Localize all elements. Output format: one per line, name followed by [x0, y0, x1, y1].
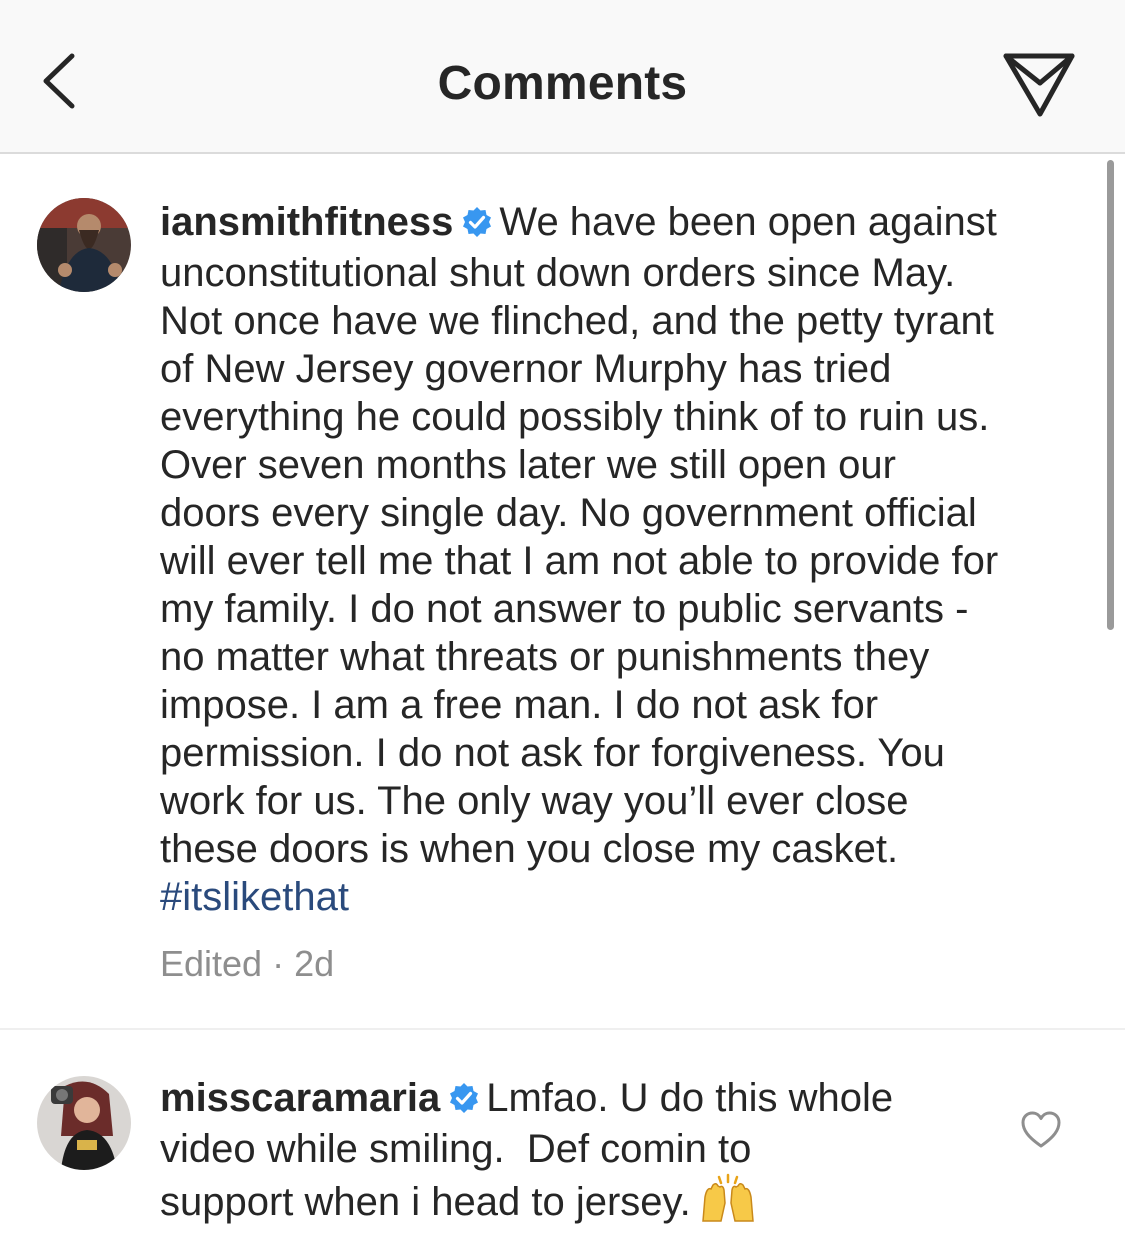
comment-line: work for us. The only way you’ll ever cl… [160, 779, 909, 823]
scrollbar[interactable] [1107, 160, 1114, 630]
comment-line: We have been open against [499, 200, 997, 244]
comment-line: doors every single day. No government of… [160, 491, 977, 535]
hashtag-link[interactable]: #itslikethat [160, 873, 998, 921]
divider [0, 1028, 1125, 1030]
comment-line: impose. I am a free man. I do not ask fo… [160, 683, 879, 727]
comment-line: no matter what threats or punishments th… [160, 635, 930, 679]
comment-text: misscaramaria Lmfao. U do this whole vid… [160, 1074, 893, 1234]
verified-badge-icon [448, 1077, 480, 1125]
paper-plane-icon [1003, 53, 1075, 117]
comment-username[interactable]: iansmithfitness [160, 200, 453, 244]
comment-line: of New Jersey governor Murphy has tried [160, 347, 892, 391]
comment-timestamp: 2d [294, 943, 335, 984]
comment-text: iansmithfitness We have been open agains… [160, 198, 998, 921]
avatar[interactable] [37, 1076, 131, 1170]
edited-label: Edited [160, 943, 263, 984]
comment-username[interactable]: misscaramaria [160, 1076, 440, 1120]
comment-line: Not once have we flinched, and the petty… [160, 299, 994, 343]
verified-badge-icon [461, 201, 493, 249]
page-title: Comments [437, 57, 688, 110]
avatar[interactable] [37, 198, 131, 292]
raising-hands-emoji [699, 1173, 757, 1234]
share-button[interactable] [1000, 50, 1080, 120]
comment-line: these doors is when you close my casket. [160, 827, 899, 871]
comment-line: video while smiling. Def comin to [160, 1127, 752, 1171]
meta-separator: · [272, 943, 285, 984]
heart-outline-icon [1021, 1111, 1061, 1148]
comment-line: permission. I do not ask for forgiveness… [160, 731, 945, 775]
comment-line: will ever tell me that I am not able to … [160, 539, 999, 583]
avatar-image [37, 198, 131, 292]
avatar-image [37, 1076, 131, 1170]
comment-line: Over seven months later we still open ou… [160, 443, 896, 487]
comment-line: my family. I do not answer to public ser… [160, 587, 969, 631]
comment-line: unconstitutional shut down orders since … [160, 251, 956, 295]
comment-line: everything he could possibly think of to… [160, 395, 990, 439]
comment-meta: Edited · 2d [160, 943, 334, 985]
header-bar: Comments [0, 0, 1125, 154]
like-button[interactable] [1020, 1110, 1062, 1150]
comment-line: support when i head to jersey. [160, 1180, 691, 1224]
comment-line: Lmfao. U do this whole [486, 1076, 894, 1120]
